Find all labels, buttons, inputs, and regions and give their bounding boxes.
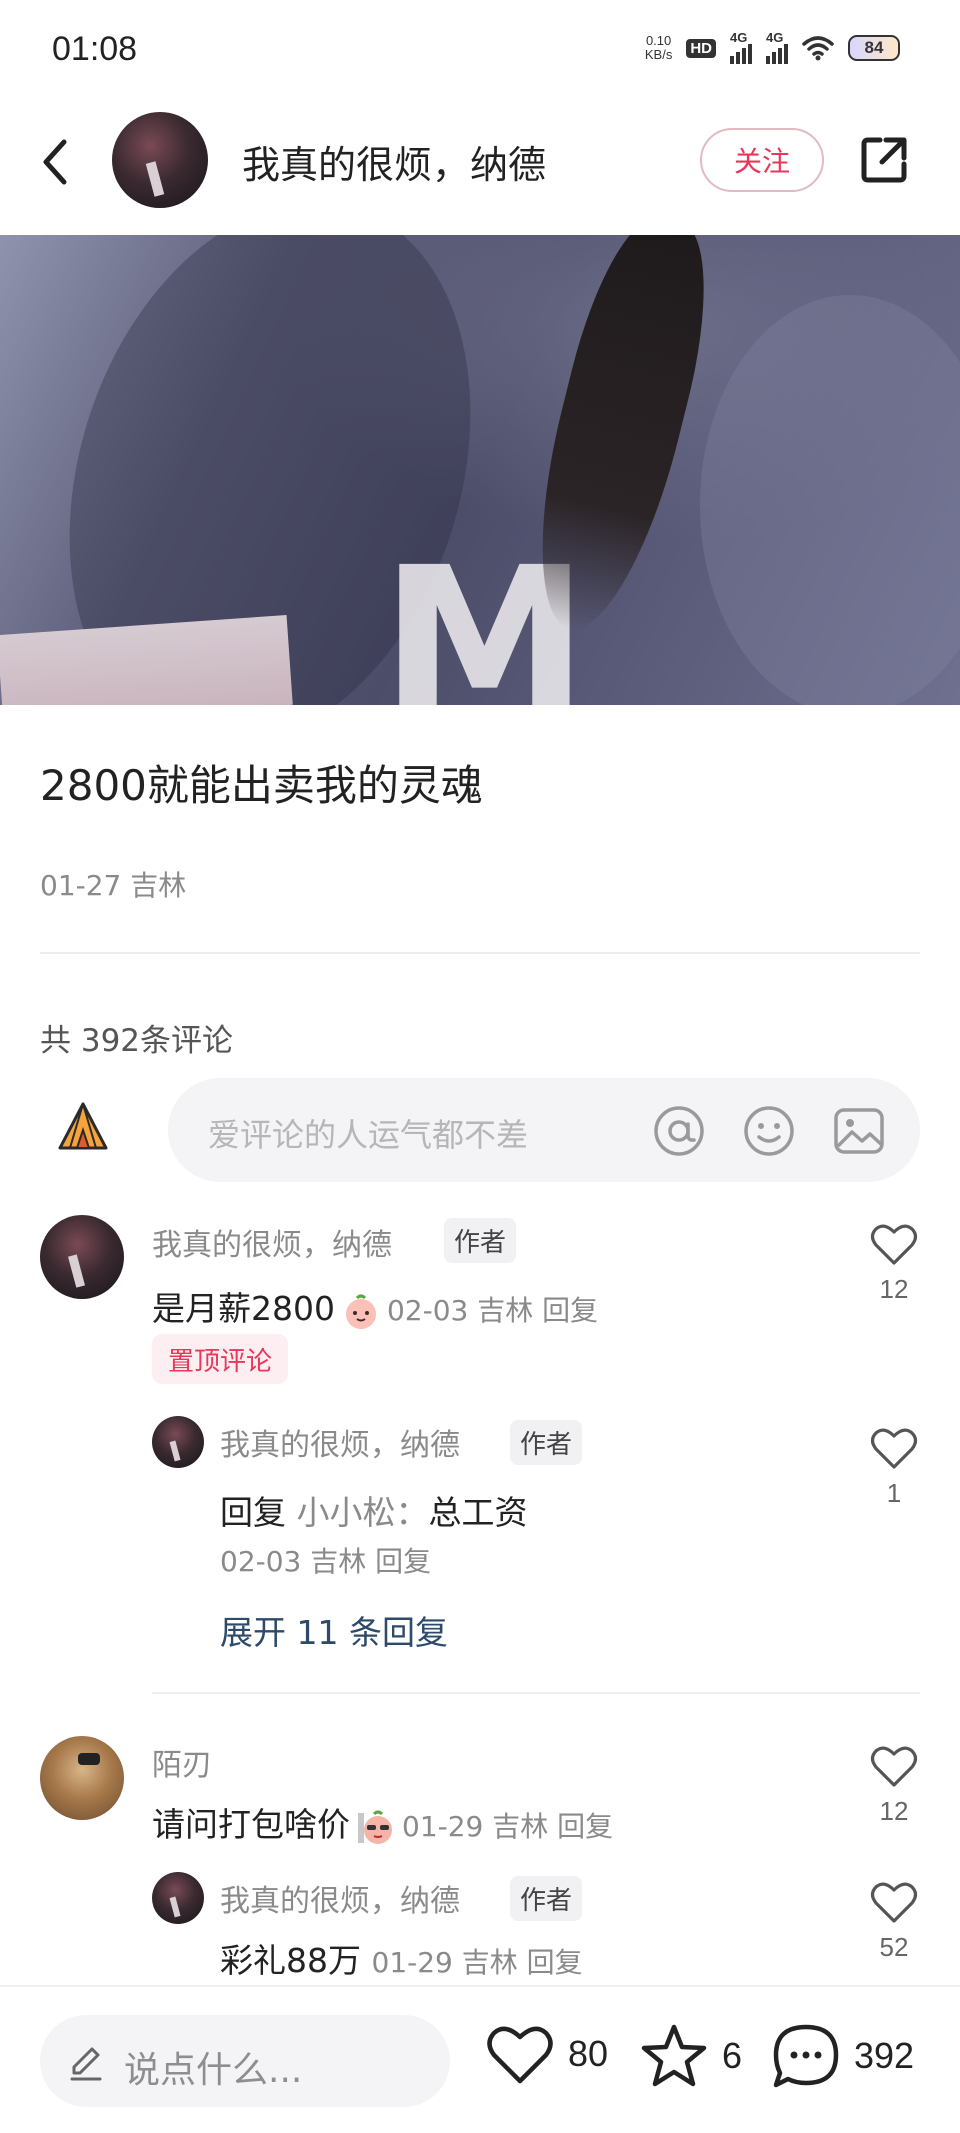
comment-meta[interactable]: 01-29 吉林 回复 (402, 1810, 613, 1843)
battery-indicator: 84 (848, 35, 900, 61)
author-tag: 作者 (510, 1420, 583, 1465)
comment-like-button[interactable]: 12 (864, 1222, 924, 1305)
comment-text: 请问打包啥价 01-29 吉林 回复 (152, 1798, 613, 1847)
signal-label: 4G (766, 30, 784, 45)
post-header: 我真的很烦，纳德 关注 (0, 100, 960, 235)
comment-meta[interactable]: 02-03 吉林 回复 (387, 1294, 598, 1327)
pinned-badge: 置顶评论 (152, 1334, 289, 1384)
divider (40, 952, 920, 954)
tent-icon[interactable] (56, 1100, 110, 1154)
heart-icon (870, 1746, 918, 1787)
back-arrow-icon[interactable] (36, 132, 76, 192)
reply-text: 回复 小小松：总工资 (220, 1486, 528, 1534)
divider (152, 1692, 920, 1694)
post-comment-count: 392 (854, 2035, 915, 2076)
author-name[interactable]: 我真的很烦，纳德 (242, 134, 546, 189)
heart-icon (870, 1428, 918, 1469)
follow-button[interactable]: 关注 (700, 128, 824, 192)
reply-avatar[interactable] (152, 1416, 204, 1468)
image-icon[interactable] (832, 1104, 886, 1158)
author-tag: 作者 (510, 1876, 583, 1921)
author-tag: 作者 (444, 1218, 517, 1263)
reply-avatar[interactable] (152, 1872, 204, 1924)
reply-like-button[interactable]: 52 (864, 1880, 924, 1963)
status-icons: 0.10 KB/s HD 4G 4G 84 (645, 30, 900, 64)
peach-sunglasses-emoji-icon (358, 1810, 392, 1844)
reply-text: 彩礼88万 01-29 吉林 回复 (220, 1934, 583, 1982)
say-something-placeholder: 说点什么... (124, 2050, 303, 2091)
comment-body: 请问打包啥价 (152, 1805, 350, 1844)
network-speed-unit: KB/s (644, 47, 673, 62)
comment-count: 共 392条评论 (40, 1023, 234, 1059)
post-like-button[interactable]: 80 (486, 2023, 608, 2085)
share-icon[interactable] (856, 132, 912, 188)
signal-icon: 4G (766, 30, 788, 64)
signal-icon: 4G (730, 30, 752, 64)
post-date-location: 01-27 吉林 (40, 869, 187, 902)
reply-meta[interactable]: 02-03 吉林 回复 (220, 1540, 431, 1580)
post-like-count: 80 (568, 2033, 609, 2074)
smile-icon[interactable] (742, 1104, 796, 1158)
peach-emoji-icon (345, 1294, 376, 1329)
network-speed: 0.10 KB/s (645, 34, 672, 62)
comment-like-button[interactable]: 12 (864, 1744, 924, 1827)
reply-body: 总工资 (428, 1493, 528, 1532)
say-something-input[interactable]: 说点什么... (40, 2015, 450, 2107)
heart-icon (870, 1224, 918, 1265)
author-avatar[interactable] (112, 112, 208, 208)
like-count: 12 (879, 1796, 909, 1826)
post-title: 2800就能出卖我的灵魂 (40, 761, 483, 810)
comment-body: 是月薪2800 (152, 1289, 335, 1328)
heart-icon (487, 2026, 553, 2084)
pencil-icon (70, 2047, 102, 2081)
like-count: 1 (886, 1478, 902, 1508)
star-icon (641, 2024, 707, 2087)
reply-like-button[interactable]: 1 (864, 1426, 924, 1509)
post-favorite-button[interactable]: 6 (640, 2023, 742, 2089)
like-count: 12 (879, 1274, 909, 1304)
comment-input-placeholder: 爱评论的人运气都不差 (208, 1116, 529, 1154)
reply-to-user[interactable]: 小小松： (297, 1493, 429, 1532)
wifi-icon (802, 36, 834, 61)
reply-author-name[interactable]: 我真的很烦，纳德 (220, 1876, 460, 1920)
network-speed-value: 0.10 (645, 33, 672, 48)
expand-replies-link[interactable]: 展开 11 条回复 (220, 1606, 448, 1654)
reply-meta[interactable]: 01-29 吉林 回复 (372, 1946, 583, 1979)
post-favorite-count: 6 (722, 2035, 743, 2076)
comment-author-name[interactable]: 我真的很烦，纳德 (152, 1220, 392, 1264)
bottom-action-bar: 说点什么... 80 6 392 (0, 1985, 960, 2133)
comment-input[interactable]: 爱评论的人运气都不差 (168, 1078, 920, 1182)
comment-avatar[interactable] (40, 1736, 124, 1820)
signal-label: 4G (730, 30, 748, 45)
like-count: 52 (879, 1932, 909, 1962)
reply-author-name[interactable]: 我真的很烦，纳德 (220, 1420, 460, 1464)
reply-body: 彩礼88万 (220, 1941, 361, 1980)
status-bar: 01:08 0.10 KB/s HD 4G 4G 84 (0, 0, 960, 100)
comment-avatar[interactable] (40, 1215, 124, 1299)
comment-bubble-icon (773, 2024, 839, 2088)
at-icon[interactable] (652, 1104, 706, 1158)
status-time: 01:08 (52, 30, 138, 68)
heart-icon (870, 1882, 918, 1923)
hd-icon: HD (686, 38, 716, 58)
post-comment-button[interactable]: 392 (772, 2023, 914, 2089)
comment-author-name[interactable]: 陌刃 (152, 1740, 212, 1784)
comment-text: 是月薪2800 02-03 吉林 回复 (152, 1282, 598, 1331)
reply-prefix: 回复 (220, 1493, 286, 1532)
post-image[interactable]: M (0, 235, 960, 705)
